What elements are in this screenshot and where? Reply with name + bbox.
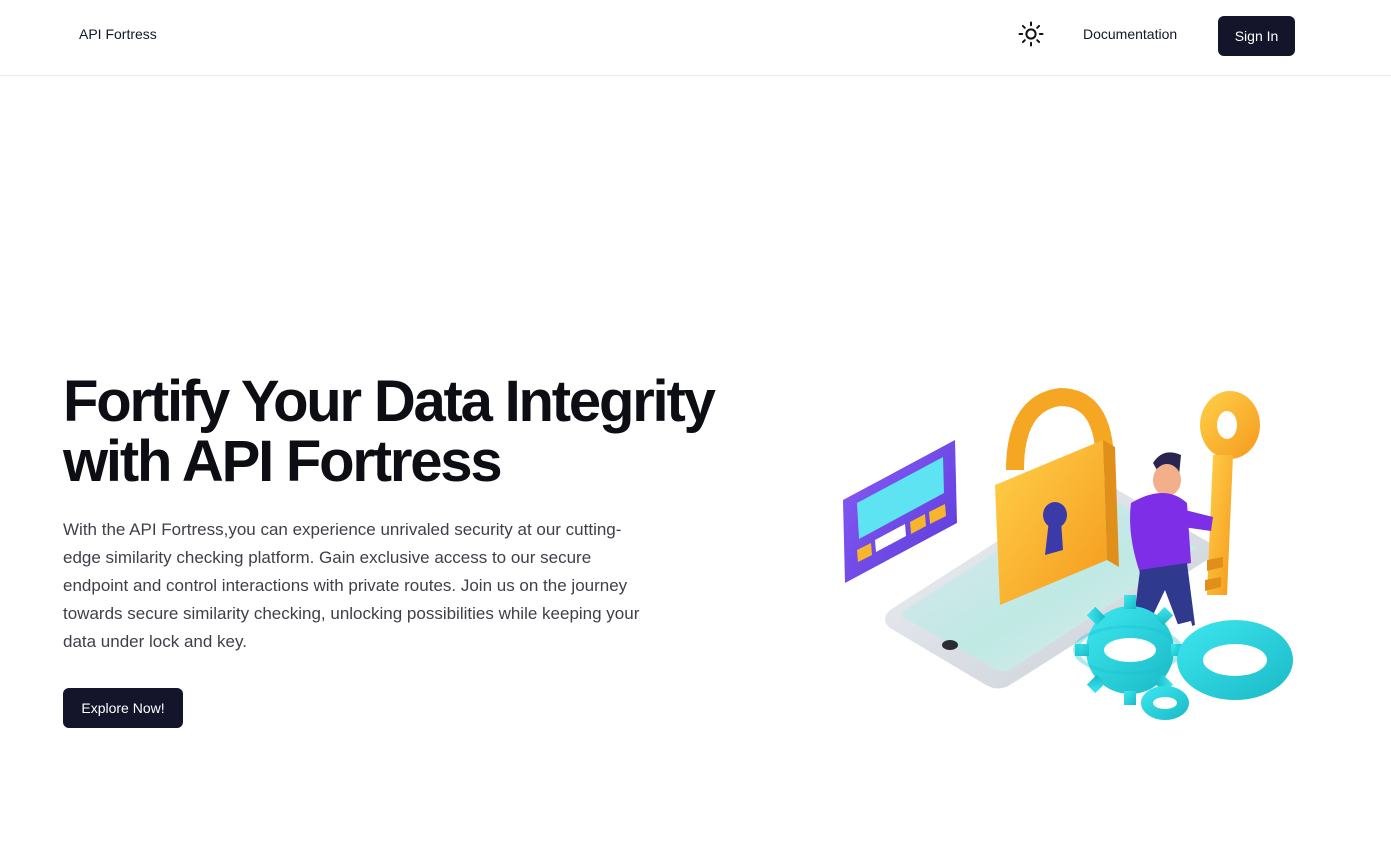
documentation-link[interactable]: Documentation (1083, 26, 1177, 42)
card-graphic (843, 440, 957, 583)
sun-icon (1018, 21, 1044, 47)
security-lock-illustration (843, 387, 1293, 720)
navbar: API Fortress Documentation Sign In (0, 0, 1391, 76)
sign-in-button[interactable]: Sign In (1218, 16, 1295, 56)
hero-title: Fortify Your Data Integrity with API For… (63, 369, 716, 494)
brand-link[interactable]: API Fortress (79, 26, 157, 42)
theme-toggle-button[interactable] (1015, 18, 1047, 50)
hero-description: With the API Fortress,you can experience… (63, 520, 640, 651)
key-graphic (1200, 391, 1260, 595)
explore-now-button[interactable]: Explore Now! (63, 688, 183, 728)
